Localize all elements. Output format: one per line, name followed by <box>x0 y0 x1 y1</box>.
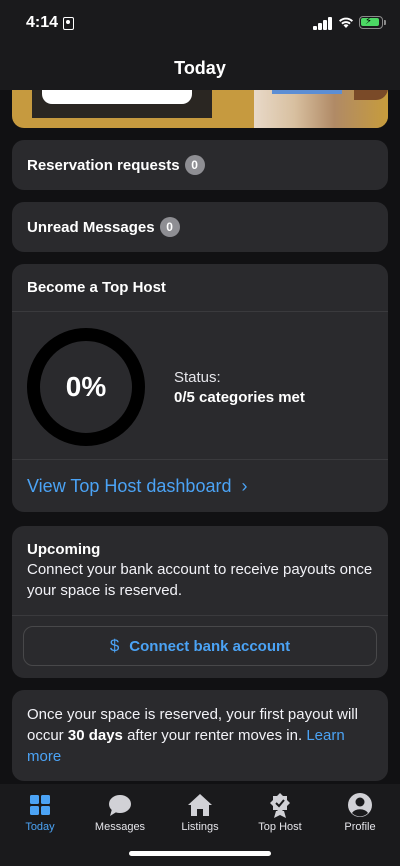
house-icon <box>188 794 212 816</box>
nav-header: Today <box>0 46 400 90</box>
tab-messages[interactable]: Messages <box>80 792 160 840</box>
scroll-content[interactable]: Reservation requests 0 Unread Messages 0… <box>0 90 400 784</box>
top-host-progress-section: 0% Status: 0/5 categories met <box>12 312 388 460</box>
upcoming-card: Upcoming Connect your bank account to re… <box>12 526 388 678</box>
tab-label: Messages <box>94 821 146 833</box>
unread-messages-label: Unread Messages <box>27 218 155 236</box>
tab-label: Top Host <box>258 821 302 833</box>
tab-profile[interactable]: Profile <box>320 792 400 840</box>
connect-bank-label: Connect bank account <box>129 637 291 655</box>
tab-top-host[interactable]: Top Host <box>240 792 320 840</box>
banner-photo <box>254 90 388 128</box>
battery-charging-icon: ⚡ <box>359 16 386 29</box>
unread-messages-row[interactable]: Unread Messages 0 <box>12 202 388 252</box>
chat-bubble-icon <box>109 795 131 816</box>
page-title: Today <box>174 57 226 78</box>
home-indicator <box>129 851 271 856</box>
badge-icon <box>270 793 290 818</box>
top-host-title: Become a Top Host <box>12 264 388 312</box>
payout-info-card: Once your space is reserved, your first … <box>12 690 388 781</box>
promo-banner[interactable] <box>12 90 388 128</box>
connect-bank-account-button[interactable]: $ Connect bank account <box>23 626 377 666</box>
cellular-signal-icon <box>313 17 333 30</box>
tab-listings[interactable]: Listings <box>160 792 240 840</box>
unread-count-badge: 0 <box>159 217 180 237</box>
view-top-host-dashboard-link[interactable]: View Top Host dashboard › <box>12 460 388 512</box>
reservation-requests-label: Reservation requests <box>27 156 180 174</box>
status-label: Status: <box>174 369 221 386</box>
tab-label: Today <box>25 821 55 833</box>
top-host-card: Become a Top Host 0% Status: 0/5 categor… <box>12 264 388 512</box>
reservation-requests-row[interactable]: Reservation requests 0 <box>12 140 388 190</box>
payout-days: 30 days <box>67 727 123 744</box>
progress-percent: 0% <box>65 371 107 402</box>
status-time: 4:14 <box>26 14 59 31</box>
grid-icon <box>30 795 50 815</box>
banner-button[interactable] <box>42 90 192 104</box>
upcoming-title: Upcoming <box>27 541 101 558</box>
dashboard-link-label: View Top Host dashboard <box>27 475 232 496</box>
chevron-right-icon: › <box>241 475 248 496</box>
status-value: 0/5 categories met <box>174 389 305 406</box>
reservation-count-badge: 0 <box>184 155 205 175</box>
person-icon <box>348 793 372 817</box>
payout-text-after: after your renter moves in. <box>122 727 307 744</box>
progress-ring: 0% <box>27 328 145 446</box>
status-bar: 4:14 ⚡ <box>0 0 400 46</box>
dollar-icon: $ <box>109 636 120 655</box>
wifi-icon <box>339 17 353 28</box>
tab-label: Profile <box>344 821 376 833</box>
upcoming-text: Connect your bank account to receive pay… <box>27 561 373 599</box>
tab-label: Listings <box>181 821 219 833</box>
tab-today[interactable]: Today <box>0 792 80 840</box>
contact-card-icon <box>63 17 74 30</box>
